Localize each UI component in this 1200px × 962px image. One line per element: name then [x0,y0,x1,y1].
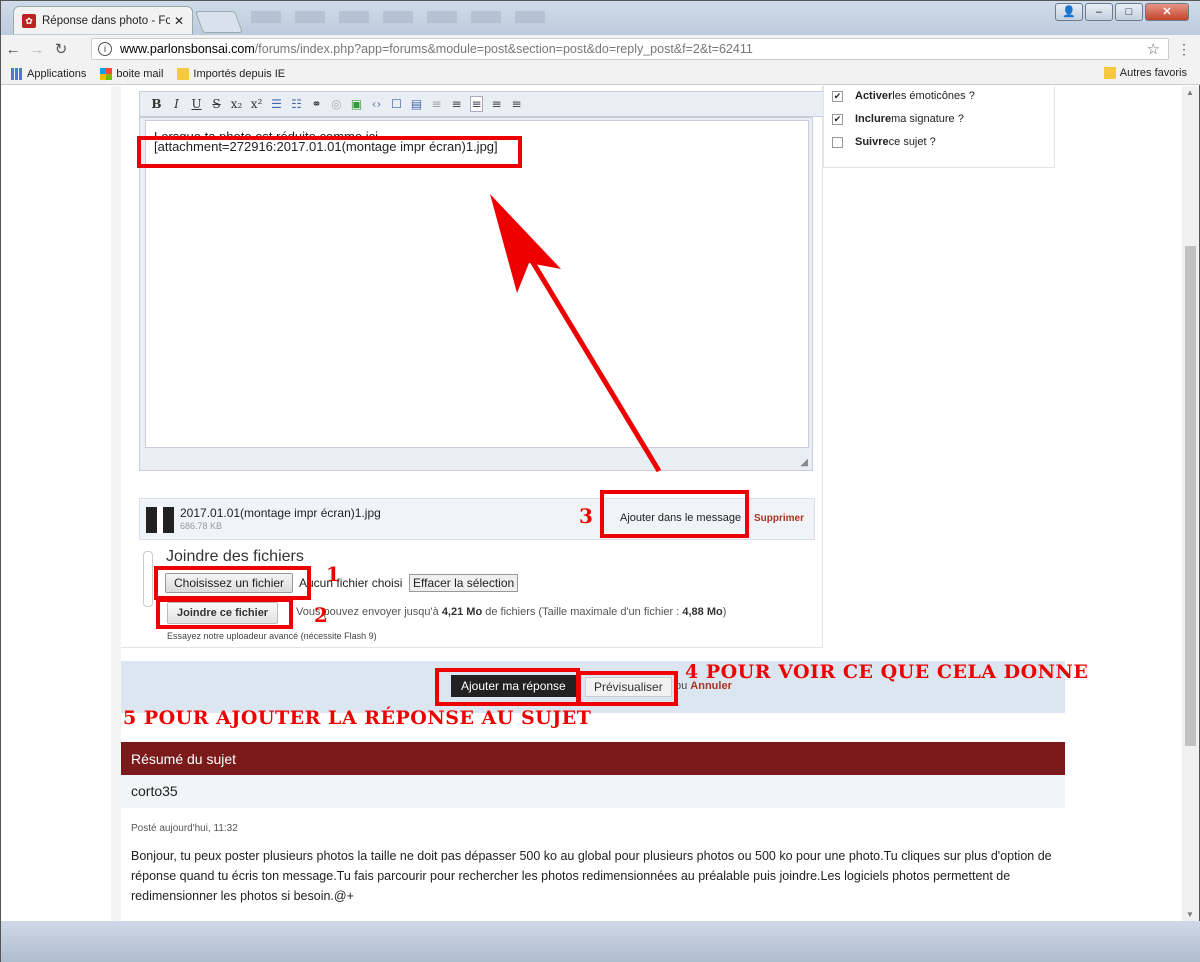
arrow-head-icon [490,194,561,293]
browser-window: ✿ Réponse dans photo - Fo ✕ 👤 – □ ✕ ← → … [0,0,1200,962]
annotation-arrow [490,194,662,473]
arrow-shaft [523,249,662,473]
